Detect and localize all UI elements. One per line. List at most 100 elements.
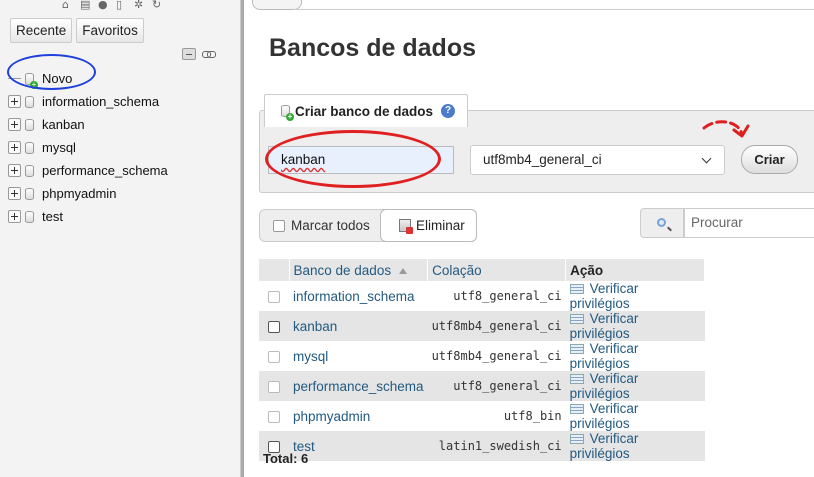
action-cell: Verificar privilégios [565, 401, 705, 431]
header-checkbox-col [259, 259, 290, 281]
database-icon [25, 95, 34, 108]
expand-icon[interactable] [8, 210, 21, 223]
create-database-button[interactable]: Criar [741, 145, 798, 174]
check-all-checkbox[interactable] [273, 220, 285, 232]
databases-table: Banco de dados Colação Ação information_… [259, 259, 705, 461]
database-name-link[interactable]: kanban [289, 311, 428, 341]
collation-cell: latin1_swedish_ci [427, 431, 566, 461]
row-checkbox-cell [259, 401, 289, 431]
header-collation[interactable]: Colação [427, 259, 567, 281]
action-cell: Verificar privilégios [565, 431, 705, 461]
docs-icon[interactable]: ▯ [116, 0, 130, 10]
privileges-icon[interactable] [569, 374, 584, 385]
create-database-legend: Criar banco de dados ? [264, 94, 468, 127]
database-name-link[interactable]: test [289, 431, 428, 461]
tab-recent[interactable]: Recente [10, 18, 73, 43]
tree-item-label[interactable]: information_schema [42, 94, 159, 109]
create-database-title: Criar banco de dados [295, 103, 434, 119]
table-row: test latin1_swedish_ci Verificar privilégi… [259, 431, 705, 461]
database-icon [25, 210, 34, 223]
tree-item-kanban[interactable]: kanban [8, 113, 233, 136]
row-checkbox-cell [259, 371, 289, 401]
expand-icon[interactable] [8, 118, 21, 131]
expand-icon[interactable] [8, 95, 21, 108]
delete-icon [399, 219, 413, 234]
expand-icon[interactable] [8, 187, 21, 200]
database-name-link[interactable]: phpmyadmin [289, 401, 428, 431]
action-cell: Verificar privilégios [565, 311, 705, 341]
tree-item-test[interactable]: test [8, 205, 233, 228]
table-row: performance_schema utf8_general_ci Verific… [259, 371, 705, 401]
collation-select-value: utf8mb4_general_ci [483, 152, 602, 167]
tree-item-phpmyadmin[interactable]: phpmyadmin [8, 182, 233, 205]
tree-item-label[interactable]: test [42, 209, 63, 224]
privileges-icon[interactable] [569, 434, 584, 445]
topbar-divider [294, 9, 814, 10]
tree-item-label[interactable]: kanban [42, 117, 85, 132]
delete-button[interactable]: Eliminar [380, 209, 477, 242]
help-icon[interactable]: ? [441, 104, 456, 118]
tree-item-information-schema[interactable]: information_schema [8, 90, 233, 113]
table-row: kanban utf8mb4_general_ci Verificar privil… [259, 311, 705, 341]
collation-cell: utf8_bin [427, 401, 566, 431]
expand-icon[interactable] [8, 141, 21, 154]
privileges-icon[interactable] [569, 404, 584, 415]
delete-label: Eliminar [416, 218, 465, 233]
database-icon[interactable]: ▤ [80, 0, 94, 10]
reload-icon[interactable]: ↻ [152, 0, 166, 10]
new-database-icon [281, 105, 294, 121]
chevron-down-icon [701, 153, 712, 164]
search-input[interactable]: Procurar [684, 208, 814, 238]
annotation-red-circle [265, 130, 441, 188]
home-icon[interactable]: ⌂ [62, 0, 76, 10]
collation-cell: utf8_general_ci [427, 281, 566, 311]
privileges-icon[interactable] [569, 344, 584, 355]
database-icon [25, 141, 34, 154]
action-cell: Verificar privilégios [565, 281, 705, 311]
database-icon [25, 187, 34, 200]
tree-item-label[interactable]: performance_schema [42, 163, 168, 178]
header-database[interactable]: Banco de dados [289, 259, 429, 281]
sort-asc-icon [399, 267, 408, 274]
help-icon[interactable]: ● [98, 0, 112, 10]
collation-cell: utf8_general_ci [427, 371, 566, 401]
search-icon-box [640, 208, 684, 238]
tree-item-mysql[interactable]: mysql [8, 136, 233, 159]
table-row: mysql utf8mb4_general_ci Verificar privilé… [259, 341, 705, 371]
header-action: Ação [565, 259, 705, 281]
row-checkbox [268, 410, 280, 423]
annotation-blue-circle [7, 54, 96, 90]
database-name-link[interactable]: information_schema [289, 281, 428, 311]
database-name-link[interactable]: performance_schema [289, 371, 428, 401]
privileges-icon[interactable] [569, 314, 584, 325]
sidebar-tabs: Recente Favoritos [10, 18, 144, 43]
tree-item-performance-schema[interactable]: performance_schema [8, 159, 233, 182]
privileges-icon[interactable] [569, 284, 584, 295]
table-header-row: Banco de dados Colação Ação [259, 259, 705, 281]
action-cell: Verificar privilégios [565, 341, 705, 371]
row-checkbox-cell [259, 281, 289, 311]
total-count: Total: 6 [263, 451, 309, 466]
row-checkbox [268, 290, 280, 303]
expand-icon[interactable] [8, 164, 21, 177]
row-checkbox-cell [259, 341, 289, 371]
navigation-sidebar: ⌂ ▤ ● ▯ ✲ ↻ Recente Favoritos Novoinform… [0, 0, 241, 477]
settings-icon[interactable]: ✲ [134, 0, 148, 10]
row-checkbox [268, 350, 280, 363]
collation-select[interactable]: utf8mb4_general_ci [470, 145, 725, 175]
check-all-label[interactable]: Marcar todos [291, 218, 370, 233]
collapse-all-icon[interactable] [182, 48, 196, 60]
row-checkbox-cell [259, 311, 289, 341]
database-tree: Novoinformation_schemakanbanmysqlperform… [8, 67, 233, 228]
sidebar-top-icons: ⌂ ▤ ● ▯ ✲ ↻ [62, 0, 166, 10]
tree-item-label[interactable]: phpmyadmin [42, 186, 116, 201]
tree-item-label[interactable]: mysql [42, 140, 76, 155]
database-icon [25, 164, 34, 177]
row-checkbox [268, 380, 280, 393]
row-checkbox[interactable] [268, 320, 280, 333]
tab-favorites[interactable]: Favoritos [76, 18, 144, 43]
search-icon [657, 218, 666, 227]
database-name-link[interactable]: mysql [289, 341, 428, 371]
link-icon[interactable] [202, 48, 216, 60]
database-icon [25, 118, 34, 131]
